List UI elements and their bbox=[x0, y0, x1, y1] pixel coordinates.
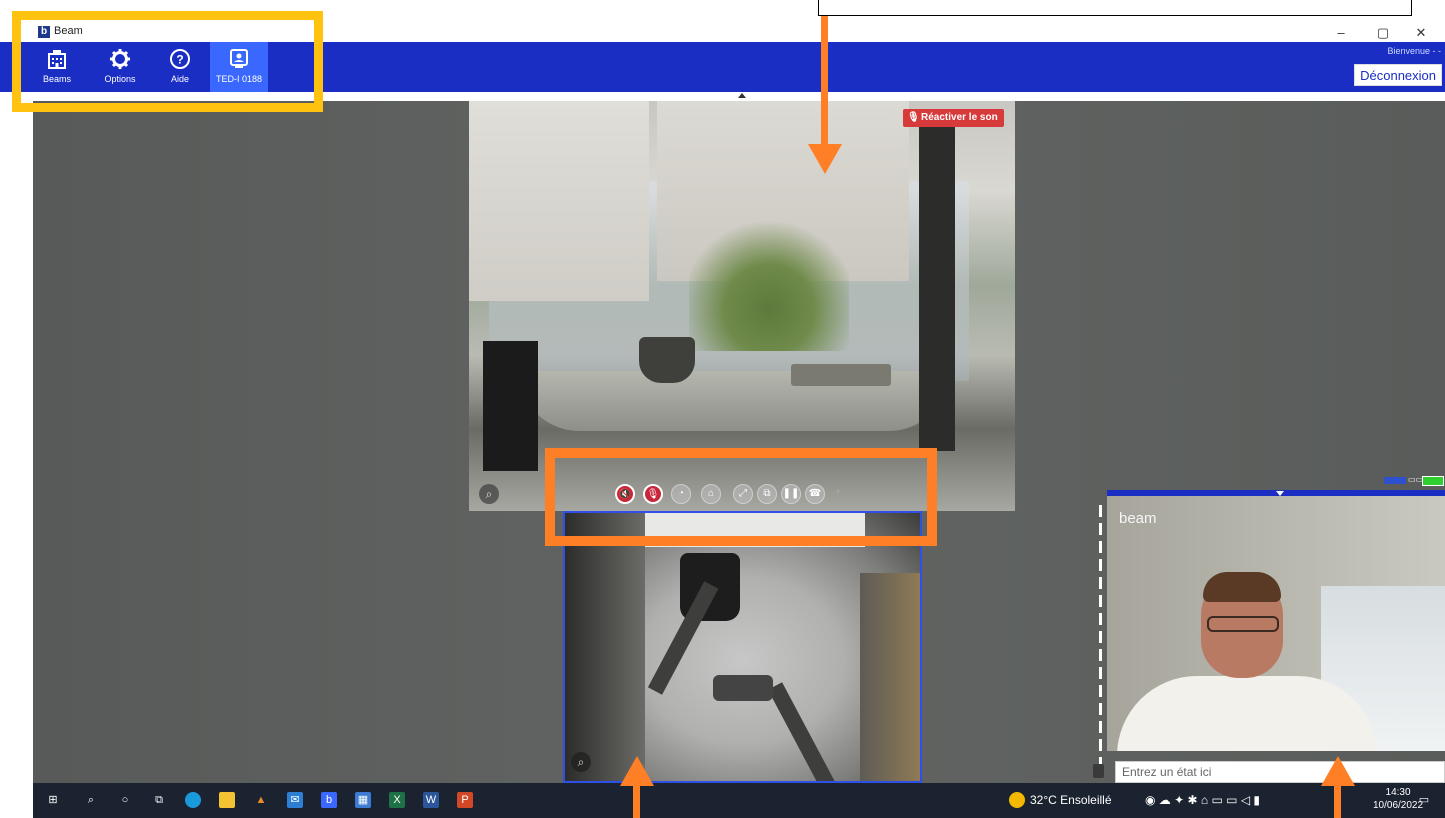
window-frame bbox=[919, 121, 955, 451]
logout-button[interactable]: Déconnexion bbox=[1354, 64, 1442, 86]
self-view-collapse-icon[interactable] bbox=[1276, 491, 1284, 496]
minimize-button[interactable]: – bbox=[1326, 24, 1356, 42]
person-hair bbox=[1203, 572, 1281, 602]
close-button[interactable]: ✕ bbox=[1406, 24, 1436, 42]
person-shirt bbox=[1117, 676, 1377, 751]
tray-icons[interactable]: ◉ ☁ ✦ ✱ ⌂ ▭ ▭ ◁ ▮ bbox=[1145, 793, 1260, 807]
self-camera-feed: beam bbox=[1107, 496, 1445, 751]
status-input[interactable]: Entrez un état ici bbox=[1115, 761, 1445, 783]
cortana-icon[interactable]: ○ bbox=[117, 792, 133, 808]
unmute-label: Réactiver le son bbox=[921, 112, 998, 123]
self-view-panel: beam Entrez un état ici bbox=[1093, 490, 1445, 783]
powerpoint-icon[interactable]: P bbox=[457, 792, 473, 808]
self-view-divider bbox=[1099, 505, 1102, 775]
word-icon[interactable]: W bbox=[423, 792, 439, 808]
computer-tower bbox=[483, 341, 538, 471]
zoom-main-icon[interactable]: ⌕ bbox=[479, 484, 499, 504]
plant-scene bbox=[689, 211, 849, 351]
weather-text[interactable]: 32°C Ensoleillé bbox=[1030, 793, 1112, 807]
arrow-to-main-camera bbox=[808, 16, 842, 176]
store-icon[interactable]: ▦ bbox=[355, 792, 371, 808]
windows-taskbar: ⊞ ⌕ ○ ⧉ ▲ ✉ b ▦ X W P 32°C Ensoleillé ◉ … bbox=[33, 783, 1445, 818]
desk-left bbox=[565, 513, 645, 781]
file-explorer-icon[interactable] bbox=[219, 792, 235, 808]
annotation-callout-box bbox=[818, 0, 1412, 16]
signal-icon bbox=[1384, 477, 1406, 484]
left-margin bbox=[0, 101, 33, 783]
connection-indicators: ▭▭ bbox=[1384, 475, 1445, 486]
network-icon: ▭▭ bbox=[1408, 475, 1424, 484]
plant-tray bbox=[791, 364, 891, 386]
highlight-nav-box bbox=[12, 11, 323, 112]
task-view-icon[interactable]: ⧉ bbox=[151, 792, 167, 808]
welcome-text: Bienvenue - - bbox=[1387, 46, 1441, 56]
beam-app-icon[interactable]: b bbox=[321, 792, 337, 808]
windows-start-icon[interactable]: ⊞ bbox=[45, 792, 61, 808]
floor-camera-feed[interactable] bbox=[563, 511, 922, 783]
beam-watermark: beam bbox=[1119, 510, 1157, 527]
screen: b Beam – ▢ ✕ Beams Options ? Aide TED-I … bbox=[0, 0, 1445, 818]
weather-icon[interactable] bbox=[1009, 792, 1025, 808]
highlight-toolbar-box bbox=[545, 448, 937, 546]
status-robot-icon bbox=[1093, 764, 1104, 778]
blind-left bbox=[469, 101, 649, 301]
mic-icon: 🎙 bbox=[907, 112, 920, 123]
collapse-nav-icon[interactable] bbox=[738, 93, 746, 98]
search-icon[interactable]: ⌕ bbox=[83, 792, 99, 808]
robot-head bbox=[713, 675, 773, 701]
arrow-to-self-view bbox=[1321, 756, 1355, 818]
desk-right bbox=[860, 573, 920, 781]
excel-icon[interactable]: X bbox=[389, 792, 405, 808]
vlc-icon[interactable]: ▲ bbox=[253, 792, 269, 808]
edge-icon[interactable] bbox=[185, 792, 201, 808]
arrow-to-floor-camera bbox=[620, 756, 654, 818]
notifications-icon[interactable]: ▭ bbox=[1416, 792, 1432, 808]
mail-icon[interactable]: ✉ bbox=[287, 792, 303, 808]
plant-pot bbox=[639, 337, 695, 383]
zoom-floor-icon[interactable]: ⌕ bbox=[571, 752, 591, 772]
robot-base-right bbox=[767, 682, 839, 781]
unmute-button[interactable]: 🎙 Réactiver le son bbox=[903, 109, 1004, 127]
restore-button[interactable]: ▢ bbox=[1368, 24, 1398, 42]
battery-icon bbox=[1422, 476, 1444, 486]
person-glasses bbox=[1207, 616, 1279, 632]
